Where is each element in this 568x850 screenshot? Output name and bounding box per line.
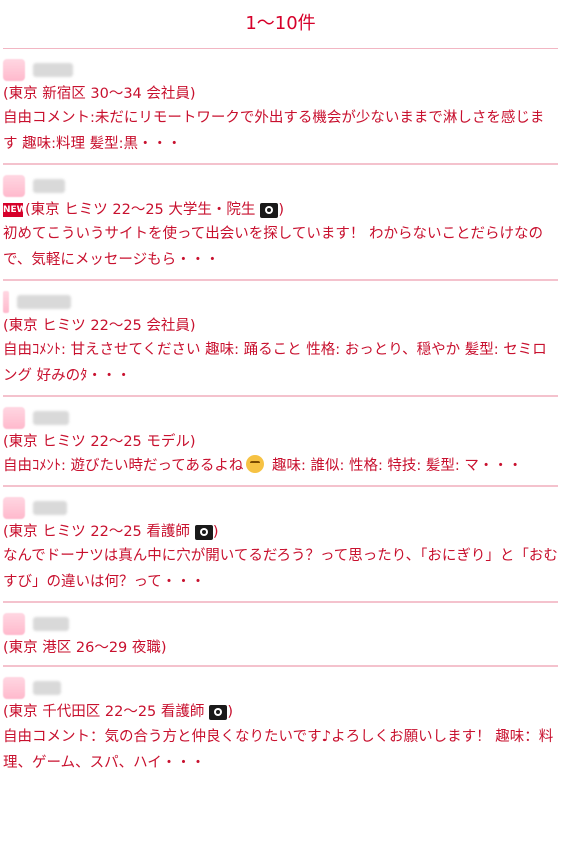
profile-name-row bbox=[3, 675, 558, 701]
result-list: 1〜10件 (東京 新宿区 30〜34 会社員) 自由コメント:未だにリモートワ… bbox=[3, 0, 558, 782]
avatar[interactable] bbox=[3, 497, 25, 519]
list-item[interactable]: NEW (東京 ヒミツ 22〜25 大学生・院生 ) 初めてこういうサイトを使っ… bbox=[3, 165, 558, 281]
blurred-nickname bbox=[33, 501, 67, 515]
profile-info: (東京 ヒミツ 22〜25 大学生・院生 bbox=[25, 202, 256, 218]
camera-icon bbox=[194, 524, 213, 540]
list-item[interactable]: (東京 ヒミツ 22〜25 看護師 ) なんでドーナツは真ん中に穴が開いてるだろ… bbox=[3, 487, 558, 603]
profile-comment: 自由ｺﾒﾝﾄ: 遊びたい時だってあるよね 趣味: 誰似: 性格: 特技: 髪型:… bbox=[3, 453, 558, 479]
list-item[interactable]: (東京 千代田区 22〜25 看護師 ) 自由コメント：気の合う方と仲良くなりた… bbox=[3, 667, 558, 782]
blurred-nickname bbox=[33, 411, 69, 425]
avatar[interactable] bbox=[3, 613, 25, 635]
blurred-nickname bbox=[33, 63, 73, 77]
profile-name-row bbox=[3, 611, 558, 637]
comment-part: 趣味: 誰似: 性格: 特技: 髪型: マ・・・ bbox=[267, 458, 523, 474]
blurred-nickname bbox=[33, 617, 69, 631]
profile-info: (東京 新宿区 30〜34 会社員) bbox=[3, 86, 196, 102]
profile-comment: 初めてこういうサイトを使って出会いを探しています！ わからないことだらけなので、… bbox=[3, 226, 543, 268]
profile-info: (東京 ヒミツ 22〜25 看護師 bbox=[3, 524, 190, 540]
profile-name-row bbox=[3, 289, 558, 315]
blurred-nickname bbox=[33, 179, 65, 193]
profile-info: (東京 千代田区 22〜25 看護師 bbox=[3, 704, 205, 720]
profile-name-row bbox=[3, 405, 558, 431]
new-badge-icon: NEW bbox=[3, 203, 27, 217]
profile-comment: 自由コメント：気の合う方と仲良くなりたいです♪よろしくお願いします！ 趣味：料理… bbox=[3, 723, 558, 776]
list-item[interactable]: (東京 港区 26〜29 夜職) bbox=[3, 603, 558, 667]
profile-info: (東京 ヒミツ 22〜25 会社員) bbox=[3, 318, 196, 334]
profile-name-row bbox=[3, 495, 558, 521]
blurred-nickname bbox=[33, 681, 61, 695]
list-item[interactable]: (東京 新宿区 30〜34 会社員) 自由コメント:未だにリモートワークで外出す… bbox=[3, 49, 558, 165]
camera-icon bbox=[260, 202, 279, 218]
profile-info-row: (東京 千代田区 22〜25 看護師 ) bbox=[3, 701, 558, 723]
profile-name-row bbox=[3, 57, 558, 83]
comment-part: 自由ｺﾒﾝﾄ: 遊びたい時だってあるよね bbox=[3, 458, 244, 474]
avatar[interactable] bbox=[3, 677, 25, 699]
profile-info-close: ) bbox=[212, 524, 219, 540]
avatar[interactable] bbox=[3, 407, 25, 429]
profile-info-close: ) bbox=[278, 202, 285, 218]
avatar[interactable] bbox=[3, 175, 25, 197]
avatar[interactable] bbox=[3, 291, 9, 313]
profile-info-close: ) bbox=[227, 704, 234, 720]
list-item[interactable]: (東京 ヒミツ 22〜25 会社員) 自由ｺﾒﾝﾄ: 甘えさせてください 趣味:… bbox=[3, 281, 558, 397]
profile-info-row: NEW (東京 ヒミツ 22〜25 大学生・院生 ) bbox=[3, 199, 558, 221]
profile-comment: 自由コメント:未だにリモートワークで外出する機会が少ないままで淋しさを感じます … bbox=[3, 110, 545, 152]
avatar[interactable] bbox=[3, 59, 25, 81]
profile-name-row bbox=[3, 173, 558, 199]
camera-icon bbox=[209, 704, 228, 720]
music-note-icon: ♪ bbox=[321, 727, 332, 745]
list-item[interactable]: (東京 ヒミツ 22〜25 モデル) 自由ｺﾒﾝﾄ: 遊びたい時だってあるよね … bbox=[3, 397, 558, 487]
result-count: 1〜10件 bbox=[3, 0, 558, 49]
profile-info: (東京 ヒミツ 22〜25 モデル) bbox=[3, 434, 196, 450]
profile-comment: なんでドーナツは真ん中に穴が開いてるだろう？って思ったり、「おにぎり」と「おむす… bbox=[3, 548, 558, 590]
profile-info: (東京 港区 26〜29 夜職) bbox=[3, 640, 167, 656]
relieved-face-icon bbox=[246, 455, 265, 473]
profile-info-row: (東京 ヒミツ 22〜25 看護師 ) bbox=[3, 521, 558, 543]
comment-part: 自由コメント：気の合う方と仲良くなりたいです bbox=[3, 729, 322, 745]
profile-comment: 自由ｺﾒﾝﾄ: 甘えさせてください 趣味: 踊ること 性格: おっとり、穏やか … bbox=[3, 342, 547, 384]
blurred-nickname bbox=[17, 295, 71, 309]
